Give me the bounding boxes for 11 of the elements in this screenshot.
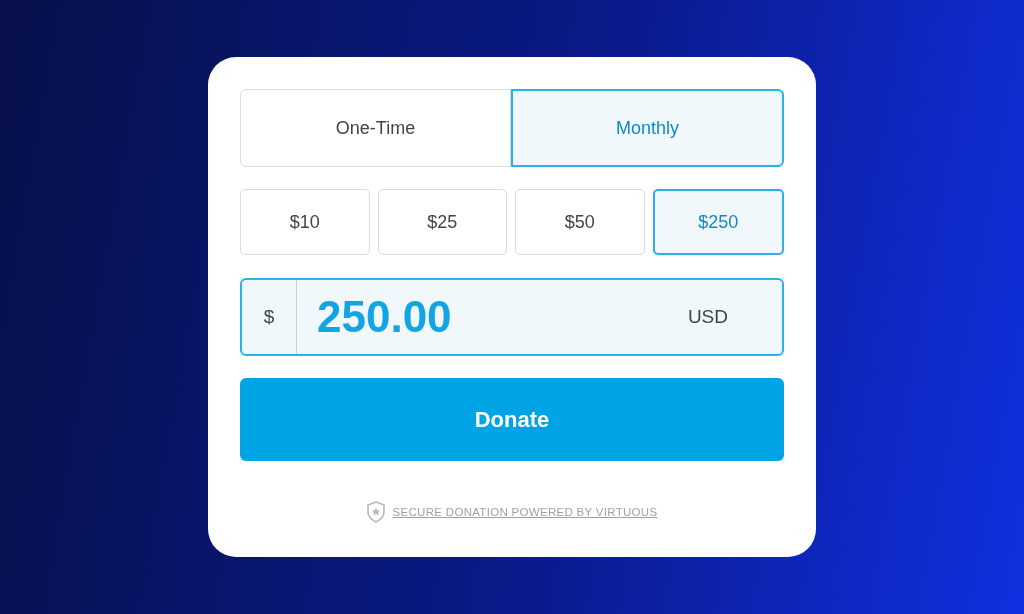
amount-option[interactable]: $50: [515, 189, 645, 255]
frequency-tab[interactable]: Monthly: [511, 89, 784, 167]
amount-option[interactable]: $250: [652, 189, 784, 255]
amount-option[interactable]: $10: [240, 189, 370, 255]
shield-icon: [366, 501, 385, 523]
amount-value: 250.00: [317, 292, 453, 342]
currency-symbol: $: [263, 306, 275, 328]
amount-option[interactable]: $25: [377, 189, 507, 255]
frequency-tab[interactable]: One-Time: [240, 89, 511, 167]
currency-code: USD: [687, 306, 728, 328]
amount-field[interactable]: $ 250.00 USD: [240, 278, 784, 356]
